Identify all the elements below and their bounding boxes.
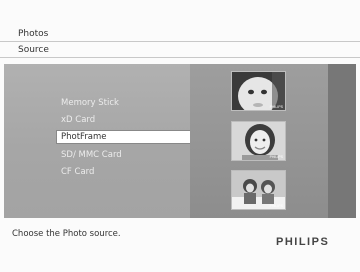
menu-item-xd-card[interactable]: xD Card: [61, 115, 95, 125]
source-menu: Memory Stick xD Card PhotFrame SD/ MMC C…: [4, 64, 194, 218]
menu-item-photframe[interactable]: PhotFrame: [56, 130, 194, 144]
photo-frame-screen: Photos Source Memory Stick xD Card PhotF…: [0, 0, 360, 272]
screen-title: Photos: [18, 29, 49, 39]
menu-item-label: Memory Stick: [61, 98, 119, 108]
header-divider: [0, 41, 360, 42]
thumbnail-girl[interactable]: PHILIPS: [231, 121, 286, 161]
thumbnail-column: PHILIPS PHILIPS PHILIPS: [190, 64, 328, 218]
brand-logo: PHILIPS: [276, 236, 330, 248]
thumbnail-watermark: PHILIPS: [269, 155, 283, 159]
menu-item-label: xD Card: [61, 115, 96, 125]
thumbnail-children[interactable]: PHILIPS: [231, 170, 286, 210]
right-panel-edge: [328, 64, 356, 218]
menu-item-label: SD/ MMC Card: [61, 150, 122, 160]
menu-item-cf-card[interactable]: CF Card: [61, 167, 94, 177]
help-text: Choose the Photo source.: [12, 229, 121, 239]
screen-subtitle: Source: [18, 45, 49, 55]
thumbnail-watermark: PHILIPS: [269, 204, 283, 208]
thumbnail-watermark: PHILIPS: [269, 105, 283, 109]
subheader-divider: [0, 57, 360, 58]
menu-item-sd-mmc-card[interactable]: SD/ MMC Card: [61, 150, 122, 160]
menu-item-memory-stick[interactable]: Memory Stick: [61, 98, 119, 108]
menu-item-label: CF Card: [61, 167, 95, 177]
menu-item-label: PhotFrame: [61, 132, 107, 142]
thumbnail-baby[interactable]: PHILIPS: [231, 71, 286, 111]
